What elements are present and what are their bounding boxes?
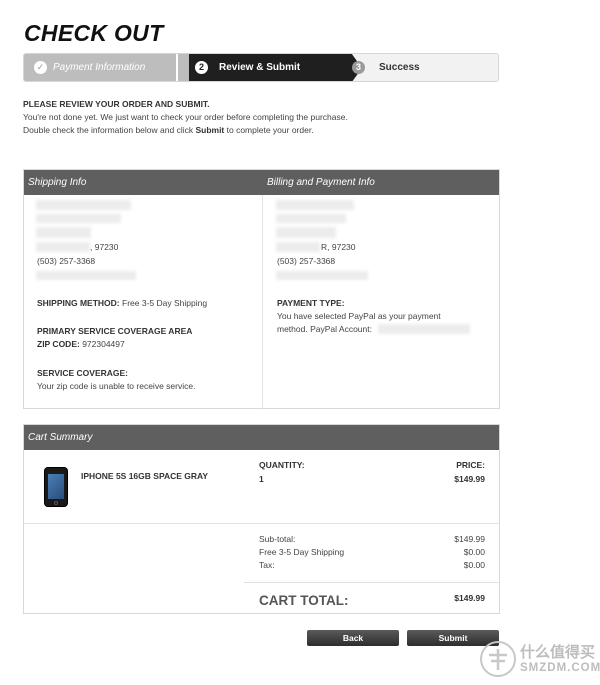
page-title: CHECK OUT: [24, 20, 164, 46]
watermark-domain-text: SMZDM.COM: [520, 662, 600, 674]
redacted-email: [36, 271, 136, 280]
service-coverage-value: Your zip code is unable to receive servi…: [37, 381, 196, 391]
cart-summary-heading: Cart Summary: [28, 432, 93, 443]
order-info-header: Shipping Info Billing and Payment Info: [24, 170, 499, 195]
cart-total-label: CART TOTAL:: [259, 593, 349, 608]
column-divider: [262, 195, 263, 409]
redacted-city: [276, 242, 320, 252]
shipping-info-heading: Shipping Info: [28, 177, 87, 188]
order-info-panel: Shipping Info Billing and Payment Info ,…: [23, 169, 500, 409]
step-label: Payment Information: [53, 62, 146, 73]
shipping-cost-label: Free 3-5 Day Shipping: [259, 547, 345, 557]
zip-code-value: 972304497: [79, 339, 125, 349]
subtotal-value: $149.99: [454, 534, 485, 544]
zip-code-label: ZIP CODE:: [37, 339, 80, 349]
quantity-value: 1: [259, 474, 264, 484]
billing-info-heading: Billing and Payment Info: [267, 177, 375, 188]
shipping-city-zip: , 97230: [90, 242, 119, 252]
redacted-city: [36, 242, 90, 252]
instructions-text: Double check the information below and c…: [23, 125, 196, 135]
step-label: Success: [379, 62, 420, 73]
shipping-method-label: SHIPPING METHOD:: [37, 298, 120, 308]
shipping-method-value: Free 3-5 Day Shipping: [119, 298, 208, 308]
billing-city-zip: R, 97230: [321, 242, 356, 252]
redacted-address: [276, 214, 346, 223]
redacted-paypal-account: [378, 324, 470, 334]
shipping-method: SHIPPING METHOD: Free 3-5 Day Shipping: [37, 297, 207, 310]
redacted-address: [276, 227, 336, 238]
instructions-line: Double check the information below and c…: [23, 124, 348, 137]
payment-type-line: method. PayPal Account:: [277, 324, 372, 334]
redacted-name: [36, 200, 131, 210]
smzdm-logo-icon: [480, 641, 516, 677]
price-label: PRICE:: [456, 460, 485, 470]
quantity-label: QUANTITY:: [259, 460, 305, 470]
billing-phone: (503) 257-3368: [277, 256, 336, 266]
cart-summary-panel: Cart Summary IPHONE 5S 16GB SPACE GRAY Q…: [23, 424, 500, 614]
total-divider: [244, 582, 499, 583]
phone-home-button: [54, 501, 58, 505]
payment-type-line: You have selected PayPal as your payment: [277, 311, 441, 321]
step-label: Review & Submit: [219, 62, 301, 73]
redacted-address: [36, 227, 91, 238]
cart-summary-header: Cart Summary: [24, 425, 499, 450]
instructions-line: You're not done yet. We just want to che…: [23, 112, 348, 122]
subtotal-label: Sub-total:: [259, 534, 296, 544]
review-instructions: PLEASE REVIEW YOUR ORDER AND SUBMIT. You…: [23, 98, 348, 137]
instructions-submit-word: Submit: [195, 125, 225, 135]
service-coverage-label: SERVICE COVERAGE:: [37, 368, 129, 378]
instructions-text: to complete your order.: [224, 125, 314, 135]
iphone-product-image: [44, 467, 68, 507]
tax-value: $0.00: [463, 560, 485, 570]
zip-code: ZIP CODE: 972304497: [37, 338, 125, 351]
watermark-chinese-text: 什么值得买: [520, 643, 596, 661]
redacted-address: [36, 214, 121, 223]
tax-label: Tax:: [259, 560, 275, 570]
step-number-icon: 3: [352, 61, 365, 74]
back-button[interactable]: Back: [307, 630, 399, 646]
cart-total-value: $149.99: [454, 593, 485, 603]
instructions-heading: PLEASE REVIEW YOUR ORDER AND SUBMIT.: [23, 99, 210, 109]
checkout-progress-bar: ✓ Payment Information 2 Review & Submit …: [23, 53, 499, 82]
redacted-email: [276, 271, 368, 280]
cart-item-name: IPHONE 5S 16GB SPACE GRAY: [81, 471, 209, 481]
shipping-phone: (503) 257-3368: [37, 256, 96, 266]
redacted-name: [276, 200, 354, 210]
cart-divider: [24, 523, 499, 524]
shipping-cost-value: $0.00: [463, 547, 485, 557]
coverage-area-label: PRIMARY SERVICE COVERAGE AREA: [37, 326, 193, 336]
price-value: $149.99: [454, 474, 485, 484]
check-icon: ✓: [34, 61, 47, 74]
payment-type-label: PAYMENT TYPE:: [277, 298, 345, 308]
smzdm-watermark: 什么值得买 SMZDM.COM: [478, 637, 600, 682]
step-number-icon: 2: [195, 61, 208, 74]
phone-screen: [48, 474, 64, 499]
